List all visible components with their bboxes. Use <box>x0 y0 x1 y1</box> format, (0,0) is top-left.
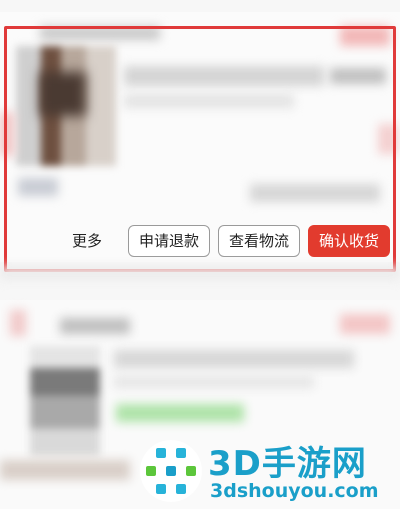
watermark-url: 3dshouyou.com <box>210 480 379 502</box>
product-tag-pixelated-2 <box>116 404 244 422</box>
watermark-title: 3D手游网 <box>208 444 367 484</box>
watermark-logo-icon <box>140 440 202 502</box>
watermark: 3D手游网 3dshouyou.com <box>138 434 400 509</box>
separator-pixelated <box>0 266 400 280</box>
shop-name-pixelated-2 <box>60 318 130 334</box>
order-card: 更多 申请退款 查看物流 确认收货 <box>0 12 400 272</box>
order-list-screen: 更多 申请退款 查看物流 确认收货 3D手游网 3dshouyou.com <box>0 0 400 509</box>
highlight-frame <box>4 26 396 272</box>
product-thumbnail-pixelated-2 <box>30 346 100 456</box>
order-status-pixelated-2 <box>340 314 390 334</box>
product-spec-pixelated-2 <box>114 376 314 388</box>
bottom-strip-pixelated <box>0 460 130 480</box>
left-mark-pixelated-2 <box>10 310 26 336</box>
product-title-pixelated-2 <box>114 350 354 368</box>
